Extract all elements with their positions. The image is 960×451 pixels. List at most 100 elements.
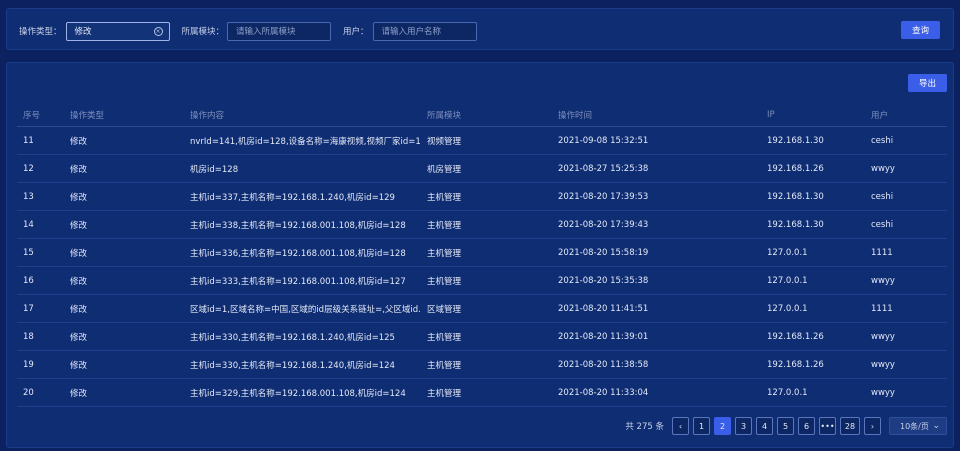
table-row[interactable]: 14 修改 主机id=338,主机名称=192.168.001.108,机房id=1…	[17, 211, 947, 239]
page-button-active[interactable]: 2	[714, 417, 731, 435]
row-op-type: 修改	[70, 276, 88, 287]
user-label: 用户：	[343, 27, 369, 37]
row-op-type: 修改	[70, 360, 88, 371]
header-op-time: 操作时间	[558, 110, 593, 121]
row-user: 1111	[871, 247, 893, 258]
chevron-right-icon[interactable]: ›	[864, 417, 881, 435]
row-module: 主机管理	[427, 220, 462, 231]
table-row[interactable]: 18 修改 主机id=330,主机名称=192.168.1.240,机房id=125…	[17, 323, 947, 351]
row-user: ceshi	[871, 135, 894, 146]
page-button[interactable]: 28	[840, 417, 860, 435]
export-button[interactable]: 导出	[908, 74, 947, 92]
row-op-content: 主机id=337,主机名称=192.168.1.240,机房id=129	[190, 192, 395, 203]
row-op-time: 2021-08-20 11:33:04	[558, 387, 649, 398]
row-op-type: 修改	[70, 164, 88, 175]
row-op-type: 修改	[70, 388, 88, 399]
row-op-time: 2021-08-27 15:25:38	[558, 163, 649, 174]
row-index: 12	[23, 163, 34, 174]
row-module: 主机管理	[427, 248, 462, 259]
row-module: 机房管理	[427, 164, 462, 175]
module-label: 所属模块：	[181, 27, 225, 37]
row-module: 视频管理	[427, 136, 462, 147]
page-size-select[interactable]: 10条/页 ⌄	[889, 417, 947, 435]
chevron-left-icon[interactable]: ‹	[672, 417, 689, 435]
row-op-time: 2021-08-20 15:58:19	[558, 247, 649, 258]
row-op-content: 主机id=338,主机名称=192.168.001.108,机房id=128	[190, 220, 406, 231]
row-user: wwyy	[871, 331, 895, 342]
row-op-time: 2021-08-20 11:41:51	[558, 303, 649, 314]
row-module: 主机管理	[427, 276, 462, 287]
row-op-time: 2021-08-20 11:39:01	[558, 331, 649, 342]
row-op-time: 2021-08-20 17:39:43	[558, 219, 649, 230]
table-row[interactable]: 16 修改 主机id=333,主机名称=192.168.001.108,机房id=1…	[17, 267, 947, 295]
row-ip: 192.168.1.30	[767, 135, 824, 146]
row-index: 15	[23, 247, 34, 258]
row-ip: 127.0.0.1	[767, 247, 808, 258]
user-placeholder: 请输入用户名称	[381, 27, 442, 37]
header-module: 所属模块	[427, 110, 462, 121]
row-module: 主机管理	[427, 360, 462, 371]
page-button[interactable]: 1	[693, 417, 710, 435]
row-ip: 127.0.0.1	[767, 387, 808, 398]
row-op-type: 修改	[70, 248, 88, 259]
row-index: 19	[23, 359, 34, 370]
row-index: 20	[23, 387, 34, 398]
table-row[interactable]: 15 修改 主机id=336,主机名称=192.168.001.108,机房id=1…	[17, 239, 947, 267]
row-index: 11	[23, 135, 34, 146]
row-op-type: 修改	[70, 332, 88, 343]
row-op-time: 2021-08-20 17:39:53	[558, 191, 649, 202]
table-row[interactable]: 19 修改 主机id=330,主机名称=192.168.1.240,机房id=124…	[17, 351, 947, 379]
page-button[interactable]: 6	[798, 417, 815, 435]
row-user: wwyy	[871, 359, 895, 370]
row-user: 1111	[871, 303, 893, 314]
header-user: 用户	[871, 110, 889, 121]
row-op-content: nvrId=141,机房id=128,设备名称=海康视频,视频厂家id=1,..…	[190, 136, 420, 147]
row-ip: 192.168.1.26	[767, 331, 824, 342]
pagination: 共 275 条 ‹ 1 2 3 4 5 6 ••• 28 › 10条/页 ⌄	[625, 417, 947, 435]
row-op-content: 主机id=336,主机名称=192.168.001.108,机房id=128	[190, 248, 406, 259]
row-op-time: 2021-09-08 15:32:51	[558, 135, 649, 146]
page-button[interactable]: 5	[777, 417, 794, 435]
row-ip: 127.0.0.1	[767, 303, 808, 314]
row-op-content: 主机id=330,主机名称=192.168.1.240,机房id=124	[190, 360, 395, 371]
row-op-content: 主机id=329,主机名称=192.168.001.108,机房id=124	[190, 388, 406, 399]
module-input[interactable]: 请输入所属模块	[227, 21, 332, 41]
filter-row: 操作类型： 修改 × 所属模块： 请输入所属模块 用户： 请输入用户名称	[19, 21, 941, 41]
total-count: 共 275 条	[625, 422, 664, 432]
header-index: 序号	[23, 110, 41, 121]
row-index: 17	[23, 303, 34, 314]
row-op-content: 机房id=128	[190, 164, 239, 175]
row-user: wwyy	[871, 163, 895, 174]
row-module: 区域管理	[427, 304, 462, 315]
row-ip: 192.168.1.26	[767, 359, 824, 370]
row-op-content: 主机id=330,主机名称=192.168.1.240,机房id=125	[190, 332, 395, 343]
clear-circle-icon[interactable]: ×	[153, 26, 163, 36]
row-index: 18	[23, 331, 34, 342]
table-row[interactable]: 17 修改 区域id=1,区域名称=中国,区域的id层级关系链址=,父区域id...…	[17, 295, 947, 323]
row-ip: 192.168.1.30	[767, 191, 824, 202]
table-row[interactable]: 13 修改 主机id=337,主机名称=192.168.1.240,机房id=129…	[17, 183, 947, 211]
row-user: wwyy	[871, 275, 895, 286]
row-index: 13	[23, 191, 34, 202]
row-op-type: 修改	[70, 220, 88, 231]
row-op-type: 修改	[70, 304, 88, 315]
row-op-content: 主机id=333,主机名称=192.168.001.108,机房id=127	[190, 276, 406, 287]
page-ellipsis[interactable]: •••	[819, 417, 836, 435]
query-button[interactable]: 查询	[901, 21, 940, 39]
row-op-type: 修改	[70, 136, 88, 147]
header-op-content: 操作内容	[190, 110, 225, 121]
op-type-select[interactable]: 修改 ×	[65, 21, 170, 41]
op-type-label: 操作类型：	[19, 27, 62, 37]
table-header: 序号 操作类型 操作内容 所属模块 操作时间 IP 用户	[17, 103, 947, 127]
page-button[interactable]: 3	[735, 417, 752, 435]
page-button[interactable]: 4	[756, 417, 773, 435]
row-ip: 192.168.1.26	[767, 163, 824, 174]
table-row[interactable]: 20 修改 主机id=329,主机名称=192.168.001.108,机房id=1…	[17, 379, 947, 407]
row-op-time: 2021-08-20 11:38:58	[558, 359, 649, 370]
table-row[interactable]: 12 修改 机房id=128 机房管理 2021-08-27 15:25:38 192.1…	[17, 155, 947, 183]
table-panel: 导出 序号 操作类型 操作内容 所属模块 操作时间 IP 用户 11 修改 nvrI…	[6, 62, 954, 448]
row-user: ceshi	[871, 219, 894, 230]
table-row[interactable]: 11 修改 nvrId=141,机房id=128,设备名称=海康视频,视频厂家id=…	[17, 127, 947, 155]
row-user: ceshi	[871, 191, 894, 202]
user-input[interactable]: 请输入用户名称	[372, 21, 477, 41]
